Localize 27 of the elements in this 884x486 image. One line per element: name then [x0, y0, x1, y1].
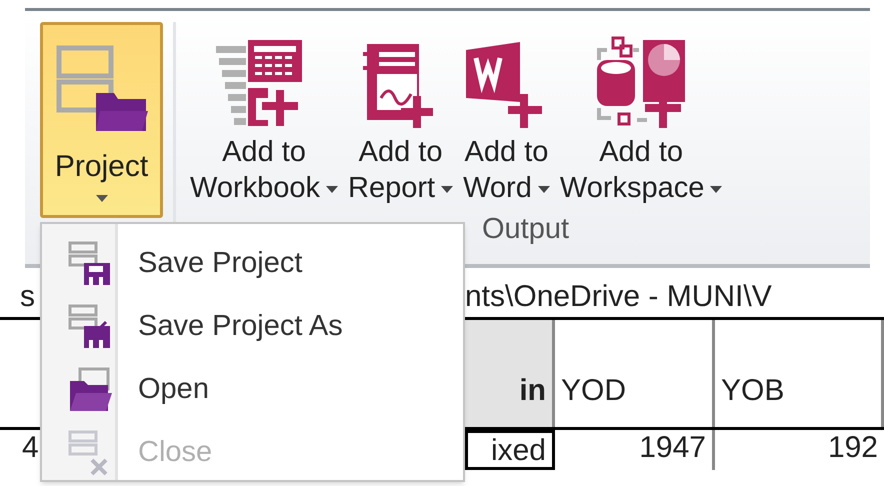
- table-cell: ixed: [465, 430, 555, 470]
- menu-item[interactable]: Save Project: [42, 232, 463, 295]
- column-header: in: [465, 320, 555, 427]
- dropdown-caret-icon: [538, 186, 550, 193]
- table-cell-text: 192: [826, 430, 879, 466]
- project-button[interactable]: Project: [40, 22, 163, 218]
- add-to-button[interactable]: Add to Workbook: [190, 22, 338, 206]
- add-to-button[interactable]: Add to Workspace: [560, 22, 722, 206]
- column-header: YOB: [715, 320, 884, 427]
- column-header: YOD: [555, 320, 715, 427]
- save-as-icon: [68, 304, 112, 350]
- table-cell: 1947: [555, 430, 715, 470]
- add-to-button[interactable]: Add to Word: [463, 22, 550, 206]
- menu-item[interactable]: Open: [42, 358, 463, 421]
- path-text: nts\OneDrive - MUNI\V: [465, 279, 772, 315]
- path-text: s: [20, 279, 36, 315]
- save-icon: [68, 240, 112, 286]
- folder-icon: [68, 366, 112, 412]
- add-to-button[interactable]: Add to Report: [348, 22, 454, 206]
- project-folder-icon: [56, 45, 148, 131]
- dropdown-caret-icon: [441, 186, 454, 193]
- menu-item[interactable]: Save Project As: [42, 295, 463, 358]
- row-header: 4: [22, 430, 40, 466]
- dropdown-caret-icon: [710, 186, 722, 193]
- dropdown-caret-icon: [96, 195, 108, 202]
- dropdown-caret-icon: [326, 186, 338, 193]
- group-label: Output: [482, 212, 570, 247]
